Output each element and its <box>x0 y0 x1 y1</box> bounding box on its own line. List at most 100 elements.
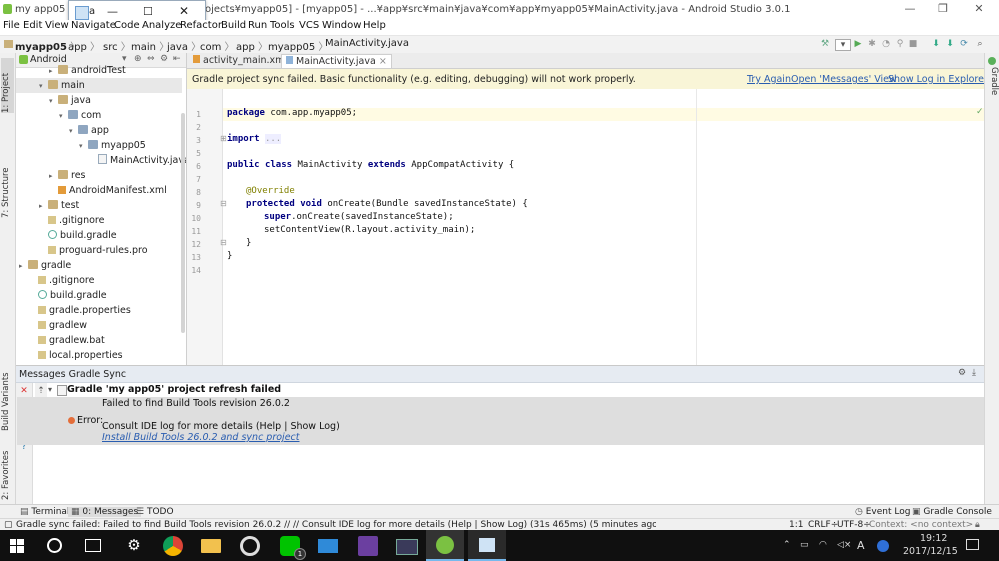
tree-toggle-icon[interactable]: ▾ <box>39 79 48 94</box>
tree-item[interactable]: gradlew.bat <box>16 333 182 348</box>
tree-item[interactable]: gradlew <box>16 318 182 333</box>
breadcrumb-src[interactable]: src 〉 <box>103 38 131 53</box>
menu-refactor[interactable]: Refactor <box>180 20 222 31</box>
file-explorer-icon[interactable] <box>201 539 221 553</box>
menu-run[interactable]: Run <box>248 20 267 31</box>
tree-item[interactable]: gradle.properties <box>16 303 182 318</box>
chrome-icon[interactable] <box>163 536 183 556</box>
tree-item[interactable]: build.gradle <box>16 288 182 303</box>
tree-item[interactable]: ▾ java <box>16 93 182 108</box>
hide-panel-icon[interactable]: ⤓ <box>972 368 976 378</box>
tree-item[interactable]: .gitignore <box>16 213 182 228</box>
caret-position[interactable]: 1:1 <box>789 520 803 530</box>
tree-toggle-icon[interactable]: ▾ <box>69 124 78 139</box>
show-log-link[interactable]: Show Log in Explorer <box>888 74 988 85</box>
android-studio-taskbar-item[interactable] <box>426 530 464 561</box>
clear-icon[interactable]: ✕ <box>19 386 29 396</box>
expand-toggle-icon[interactable]: ▾ <box>48 385 52 394</box>
install-build-tools-link[interactable]: Install Build Tools 26.0.2 and sync proj… <box>102 432 300 443</box>
tab-close-icon[interactable]: × <box>379 56 387 67</box>
popup-taskbar-item[interactable] <box>468 530 506 561</box>
tree-item[interactable]: ▾ main <box>16 78 182 93</box>
tree-item[interactable]: ▸ gradle <box>16 258 182 273</box>
breadcrumb-myapp05[interactable]: myapp05 〉 <box>268 38 328 53</box>
tray-overflow-icon[interactable]: ⌃ <box>783 540 791 550</box>
ime-indicator[interactable]: A <box>857 539 865 552</box>
menu-navigate[interactable]: Navigate <box>71 20 116 31</box>
photos-icon[interactable] <box>318 539 338 553</box>
context-indicator[interactable]: Context: <no context> <box>869 520 973 530</box>
popup-minimize-icon[interactable]: — <box>107 5 118 18</box>
menu-code[interactable]: Code <box>114 20 140 31</box>
try-again-link[interactable]: Try Again <box>747 74 791 85</box>
tree-toggle-icon[interactable]: ▸ <box>39 199 48 214</box>
tree-item[interactable]: proguard-rules.pro <box>16 243 182 258</box>
fold-marker-icon[interactable]: ⊟ <box>220 238 227 247</box>
app-window-icon[interactable] <box>396 539 418 555</box>
tree-item[interactable]: ▸ res <box>16 168 182 183</box>
action-center-icon[interactable] <box>966 539 979 550</box>
tree-item[interactable]: AndroidManifest.xml <box>16 183 182 198</box>
tab-event-log[interactable]: ◷ Event Log <box>855 507 910 517</box>
file-encoding[interactable]: UTF-8÷ <box>837 520 871 530</box>
popup-maximize-icon[interactable]: ☐ <box>143 5 153 18</box>
defender-icon[interactable] <box>877 540 889 552</box>
hammer-icon[interactable]: ⚒ <box>820 39 830 49</box>
open-messages-link[interactable]: Open 'Messages' View <box>791 74 897 85</box>
collapse-all-icon[interactable]: ⇡ <box>36 386 46 396</box>
tree-toggle-icon[interactable]: ▾ <box>49 94 58 109</box>
search-icon[interactable]: ⌕ <box>975 39 985 49</box>
popup-close-icon[interactable]: ✕ <box>179 4 189 18</box>
tab-terminal[interactable]: ▤ Terminal <box>20 507 69 517</box>
clock-date[interactable]: 2017/12/15 <box>903 546 958 557</box>
tree-toggle-icon[interactable]: ▸ <box>19 259 28 274</box>
menu-window[interactable]: Window <box>322 20 361 31</box>
tab-gradle-console[interactable]: ▣ Gradle Console <box>912 507 992 517</box>
tree-item[interactable]: ▸ androidTest <box>16 63 182 78</box>
close-icon[interactable]: ✕ <box>964 2 994 18</box>
fold-marker-icon[interactable]: ⊞ <box>220 134 227 143</box>
tab-gradle[interactable]: Gradle <box>986 67 999 107</box>
panel-settings-icon[interactable]: ⚙ <box>958 368 966 378</box>
tree-toggle-icon[interactable]: ▾ <box>79 139 88 154</box>
menu-tools[interactable]: Tools <box>270 20 295 31</box>
menu-analyze[interactable]: Analyze <box>142 20 181 31</box>
run-icon[interactable]: ▶ <box>853 39 863 49</box>
lock-icon[interactable]: 🔒︎ <box>975 520 980 530</box>
tab-messages[interactable]: ▦ 0: Messages <box>68 507 142 517</box>
tree-item[interactable]: ▸ test <box>16 198 182 213</box>
clock-time[interactable]: 19:12 <box>920 533 947 544</box>
menu-build[interactable]: Build <box>221 20 246 31</box>
menu-file[interactable]: File <box>3 20 20 31</box>
breadcrumb-app-pkg[interactable]: app 〉 <box>236 38 268 53</box>
breadcrumb-main[interactable]: main 〉 <box>131 38 169 53</box>
volume-icon[interactable]: ◁× <box>837 540 851 550</box>
visual-studio-icon[interactable] <box>358 536 378 556</box>
config-dropdown[interactable]: ▾ <box>835 39 851 51</box>
tree-item[interactable]: build.gradle <box>16 228 182 243</box>
menu-vcs[interactable]: VCS <box>299 20 319 31</box>
tree-item[interactable]: ▾ myapp05 <box>16 138 182 153</box>
menu-help[interactable]: Help <box>363 20 386 31</box>
minimize-icon[interactable]: — <box>895 2 925 18</box>
tree-item[interactable]: ▾ app <box>16 123 182 138</box>
battery-icon[interactable]: ▭ <box>800 540 809 550</box>
tree-item[interactable]: MainActivity.java <box>16 153 186 168</box>
status-toggle-icon[interactable]: ▢ <box>4 520 13 530</box>
profile-icon[interactable]: ◔ <box>881 39 891 49</box>
tree-item[interactable]: local.properties <box>16 348 182 363</box>
status-message[interactable]: Gradle sync failed: Failed to find Build… <box>16 520 656 530</box>
debug-icon[interactable]: ✱ <box>867 39 877 49</box>
avd-icon[interactable]: ⬇ <box>931 39 941 49</box>
tree-toggle-icon[interactable]: ▾ <box>59 109 68 124</box>
tree-toggle-icon[interactable]: ▸ <box>49 169 58 184</box>
tree-item[interactable]: ▾ com <box>16 108 182 123</box>
tree-item[interactable]: .gitignore <box>16 273 182 288</box>
tab-structure[interactable]: 7: Structure <box>1 160 14 218</box>
attach-icon[interactable]: ⚲ <box>895 39 905 49</box>
tab-project[interactable]: 1: Project <box>1 58 14 113</box>
fold-marker-icon[interactable]: ⊟ <box>220 199 227 208</box>
line-separator[interactable]: CRLF÷ <box>808 520 838 530</box>
task-view-icon[interactable] <box>85 539 101 552</box>
maximize-icon[interactable]: ❐ <box>928 2 958 18</box>
